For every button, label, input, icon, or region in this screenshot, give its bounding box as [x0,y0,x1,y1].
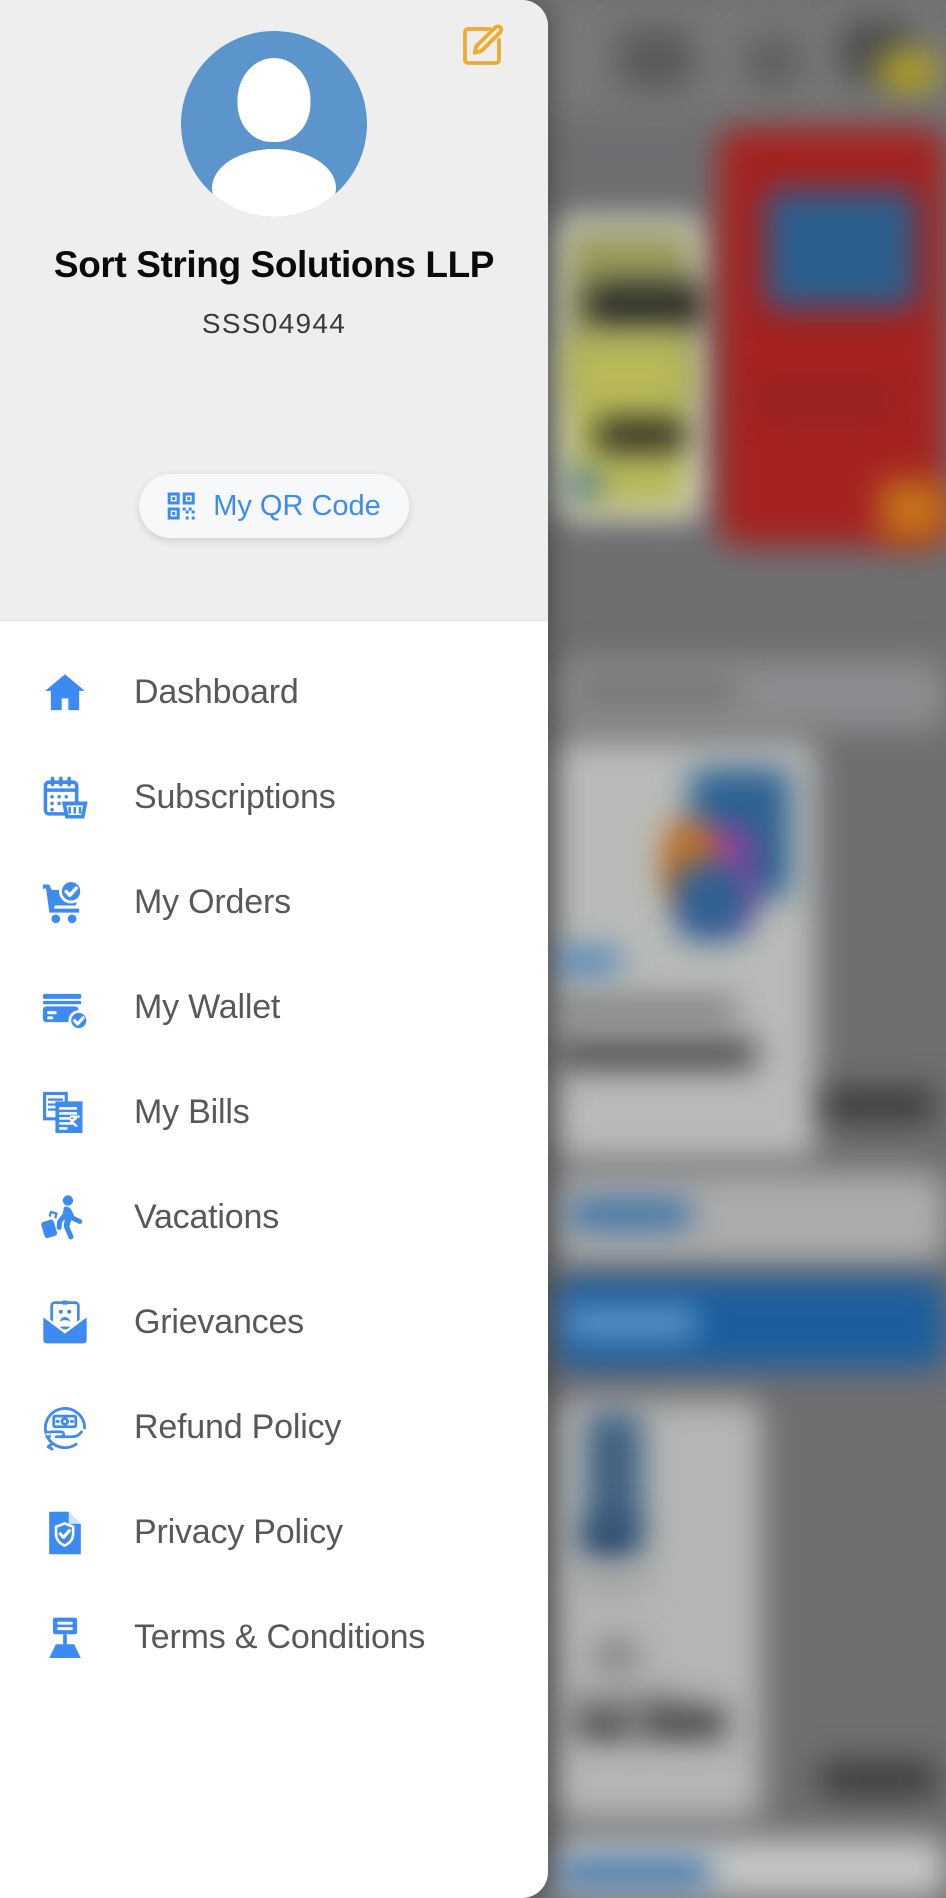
sidebar-item-label: My Bills [134,1093,250,1131]
bg-secondary-button-label [570,1200,690,1228]
traveler-luggage-icon [38,1191,92,1245]
calendar-basket-icon [38,771,92,825]
sidebar-item-dashboard[interactable]: Dashboard [0,640,548,745]
bg-product-2-text-1 [556,1000,736,1020]
sidebar-item-label: Dashboard [134,673,299,711]
sidebar-item-grievances[interactable]: Grievances [0,1270,548,1375]
sidebar-item-label: Grievances [134,1303,304,1341]
sidebar-item-label: Terms & Conditions [134,1618,426,1656]
avatar-head-shape [237,58,311,142]
sidebar-item-vacations[interactable]: Vacations [0,1165,548,1270]
sidebar-item-my-bills[interactable]: My Bills [0,1060,548,1165]
bg-product-3-price [820,1762,936,1796]
drawer-menu: Dashboard Subscriptions My Orders My Wal… [0,621,548,1690]
sidebar-item-refund-policy[interactable]: Refund Policy [0,1375,548,1480]
bg-orange-accent [880,480,946,540]
profile-code: SSS04944 [201,308,347,339]
bg-promo-card-image [766,190,916,308]
sidebar-item-label: Refund Policy [134,1408,342,1446]
sidebar-item-label: Vacations [134,1198,279,1236]
bg-promo-card-text [760,390,890,412]
bg-product-2-image-d [676,862,748,940]
my-qr-code-button[interactable]: My QR Code [139,474,409,538]
bg-product-detail-4 [566,470,600,500]
document-shield-icon [38,1506,92,1560]
bg-product-2-link [556,950,620,972]
bg-product-2-price [824,1088,934,1122]
drawer-profile-header: Sort String Solutions LLP SSS04944 My QR… [0,0,548,621]
navigation-drawer: Sort String Solutions LLP SSS04944 My QR… [0,0,548,1898]
sidebar-item-subscriptions[interactable]: Subscriptions [0,745,548,850]
bg-topbar-icon-2 [742,32,804,92]
user-avatar-icon[interactable] [181,31,367,217]
bg-topbar-badge [878,50,940,92]
bg-product-3-text-2 [596,1640,636,1672]
profile-name: Sort String Solutions LLP [53,244,495,285]
invoice-rupee-icon [38,1086,92,1140]
avatar-body-shape [212,149,336,217]
cart-check-icon [38,876,92,930]
bg-product-detail-3 [596,420,686,450]
edit-pencil-icon[interactable] [457,22,505,70]
qr-code-icon [163,488,199,524]
sidebar-item-label: Privacy Policy [134,1513,343,1551]
sidebar-item-my-orders[interactable]: My Orders [0,850,548,955]
bg-product-2-text-2 [556,1040,756,1068]
sidebar-item-terms-conditions[interactable]: Terms & Conditions [0,1585,548,1690]
bg-product-4-link [560,1860,710,1886]
sidebar-item-label: My Wallet [134,988,281,1026]
bg-product-3-text-1 [576,1568,648,1592]
sidebar-item-my-wallet[interactable]: My Wallet [0,955,548,1060]
home-icon [38,666,92,720]
bg-product-detail-1 [586,282,706,328]
bg-topbar-icon-1 [618,28,693,90]
bg-product-3-text-4 [574,1712,634,1738]
bg-product-3-text-5 [640,1708,726,1738]
document-sign-icon [38,1611,92,1665]
sidebar-item-label: Subscriptions [134,778,336,816]
bg-product-3-image-b [582,1520,638,1560]
card-check-icon [38,981,92,1035]
my-qr-code-label: My QR Code [213,489,381,522]
sidebar-item-privacy-policy[interactable]: Privacy Policy [0,1480,548,1585]
bg-search-placeholder [576,680,736,702]
envelope-sad-icon [38,1296,92,1350]
bg-primary-button-label [566,1310,696,1336]
sidebar-item-label: My Orders [134,883,291,921]
hand-money-refund-icon [38,1401,92,1455]
